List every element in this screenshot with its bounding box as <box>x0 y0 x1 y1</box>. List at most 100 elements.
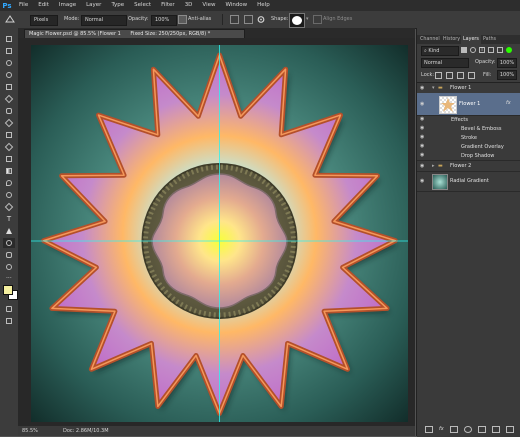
lasso-tool-icon[interactable] <box>3 58 15 68</box>
crop-tool-icon[interactable] <box>3 82 15 92</box>
tools-panel: T ··· <box>0 28 19 436</box>
add-mask-icon[interactable] <box>449 426 458 433</box>
filter-toggle-icon[interactable] <box>506 47 512 53</box>
eye-icon[interactable]: ◉ <box>420 143 428 149</box>
fill-field[interactable]: 100% <box>497 70 517 80</box>
menu-edit[interactable]: Edit <box>33 0 54 11</box>
new-layer-icon[interactable] <box>491 426 500 433</box>
pixel-filter-icon[interactable] <box>461 47 467 53</box>
screen-mode-icon[interactable] <box>3 316 15 326</box>
menu-image[interactable]: Image <box>54 0 81 11</box>
type-tool-icon[interactable]: T <box>3 214 15 224</box>
move-tool-icon[interactable] <box>3 34 15 44</box>
menu-help[interactable]: Help <box>252 0 275 11</box>
brush-tool-icon[interactable] <box>3 118 15 128</box>
group-name: Flower 1 <box>450 85 472 91</box>
tab-channel[interactable]: Channel <box>418 35 442 44</box>
shape-filter-icon[interactable] <box>488 47 494 53</box>
eye-icon[interactable]: ◉ <box>420 125 428 131</box>
history-brush-tool-icon[interactable] <box>3 142 15 152</box>
hand-tool-icon[interactable] <box>3 250 15 260</box>
zoom-level[interactable]: 85.5% <box>22 426 38 436</box>
effect-bevel-emboss[interactable]: ◉ Bevel & Emboss <box>417 124 520 133</box>
effect-stroke[interactable]: ◉ Stroke <box>417 133 520 142</box>
quick-mask-icon[interactable] <box>3 304 15 314</box>
blur-tool-icon[interactable] <box>3 178 15 188</box>
menu-filter[interactable]: Filter <box>156 0 180 11</box>
eye-icon[interactable]: ◉ <box>420 116 428 122</box>
eye-icon[interactable]: ◉ <box>420 134 428 140</box>
smart-object-filter-icon[interactable] <box>497 47 503 53</box>
photoshop-logo: Ps <box>2 1 12 10</box>
document-canvas[interactable] <box>31 45 408 422</box>
fx-icon[interactable]: fx <box>506 100 511 106</box>
eye-icon[interactable]: ◉ <box>420 152 428 158</box>
add-style-icon[interactable]: fx <box>439 426 444 433</box>
more-tools-icon[interactable]: ··· <box>3 274 15 284</box>
opacity-field[interactable]: 100% <box>151 15 177 26</box>
status-bar: 85.5% Doc: 2.86M/10.3M <box>18 426 415 436</box>
menu-view[interactable]: View <box>197 0 220 11</box>
layer-flower-1-selected[interactable]: ◉ Flower 1 fx <box>417 93 520 116</box>
path-alignment-icon[interactable] <box>244 15 253 24</box>
shape-picker[interactable] <box>289 13 305 28</box>
lock-transparency-icon[interactable] <box>435 72 442 79</box>
mode-label: Mode: <box>64 16 80 22</box>
shape-dropdown-arrow[interactable]: ▾ <box>306 15 309 24</box>
folder-icon: ▬ <box>438 163 443 169</box>
foreground-color-swatch[interactable] <box>3 285 13 295</box>
gradient-tool-icon[interactable] <box>3 166 15 176</box>
lock-position-icon[interactable] <box>457 72 464 79</box>
trash-icon[interactable] <box>505 426 514 433</box>
tab-layers[interactable]: Layers <box>461 35 481 44</box>
dodge-tool-icon[interactable] <box>3 190 15 200</box>
layer-filter-dropdown[interactable]: ⌕ Kind <box>421 46 459 56</box>
menu-file[interactable]: File <box>14 0 33 11</box>
layers-list: ◉ ▾ ▬ Flower 1 ◉ Flower 1 fx ◉ Effects ◉… <box>417 82 520 437</box>
tool-preset-picker[interactable] <box>4 15 16 24</box>
lock-all-icon[interactable] <box>468 72 475 79</box>
effect-drop-shadow[interactable]: ◉ Drop Shadow <box>417 151 520 161</box>
effects-header[interactable]: ◉ Effects <box>417 115 520 124</box>
adjustment-filter-icon[interactable] <box>470 47 476 53</box>
mode-dropdown[interactable]: Normal <box>81 15 127 26</box>
align-edges-checkbox[interactable] <box>313 15 322 24</box>
tab-paths[interactable]: Paths <box>481 35 498 44</box>
menu-type[interactable]: Type <box>106 0 129 11</box>
eye-icon[interactable]: ◉ <box>420 178 428 184</box>
marquee-tool-icon[interactable] <box>3 46 15 56</box>
document-size-info[interactable]: Doc: 2.86M/10.3M <box>63 426 109 436</box>
healing-brush-tool-icon[interactable] <box>3 106 15 116</box>
expand-arrow-icon[interactable]: ▾ <box>432 85 435 91</box>
eyedropper-tool-icon[interactable] <box>3 94 15 104</box>
quick-select-tool-icon[interactable] <box>3 70 15 80</box>
menu-window[interactable]: Window <box>220 0 252 11</box>
blend-mode-dropdown[interactable]: Normal <box>421 58 469 68</box>
collapse-arrow-icon[interactable]: ▸ <box>432 163 435 169</box>
lock-pixels-icon[interactable] <box>446 72 453 79</box>
tab-history[interactable]: History <box>441 35 462 44</box>
new-group-icon[interactable] <box>477 426 486 433</box>
pen-tool-icon[interactable] <box>3 202 15 212</box>
eye-icon[interactable]: ◉ <box>420 101 428 107</box>
antialias-checkbox[interactable] <box>178 15 187 24</box>
eye-icon[interactable]: ◉ <box>420 163 428 169</box>
clone-stamp-tool-icon[interactable] <box>3 130 15 140</box>
effect-gradient-overlay[interactable]: ◉ Gradient Overlay <box>417 142 520 151</box>
layer-radial-gradient[interactable]: ◉ Radial Gradient <box>417 171 520 192</box>
link-layers-icon[interactable] <box>425 426 433 433</box>
layer-opacity-field[interactable]: 100% <box>497 58 517 68</box>
type-filter-icon[interactable]: T <box>479 47 485 53</box>
menu-layer[interactable]: Layer <box>81 0 106 11</box>
gear-icon[interactable] <box>257 15 265 24</box>
eraser-tool-icon[interactable] <box>3 154 15 164</box>
custom-shape-tool-icon[interactable] <box>3 238 15 248</box>
path-operations-icon[interactable] <box>230 15 239 24</box>
eye-icon[interactable]: ◉ <box>420 85 428 91</box>
adjustment-layer-icon[interactable] <box>463 426 472 433</box>
fill-pixels-dropdown[interactable]: Pixels <box>30 15 58 26</box>
zoom-tool-icon[interactable] <box>3 262 15 272</box>
menu-select[interactable]: Select <box>129 0 156 11</box>
path-selection-tool-icon[interactable] <box>3 226 15 236</box>
menu-3d[interactable]: 3D <box>180 0 198 11</box>
